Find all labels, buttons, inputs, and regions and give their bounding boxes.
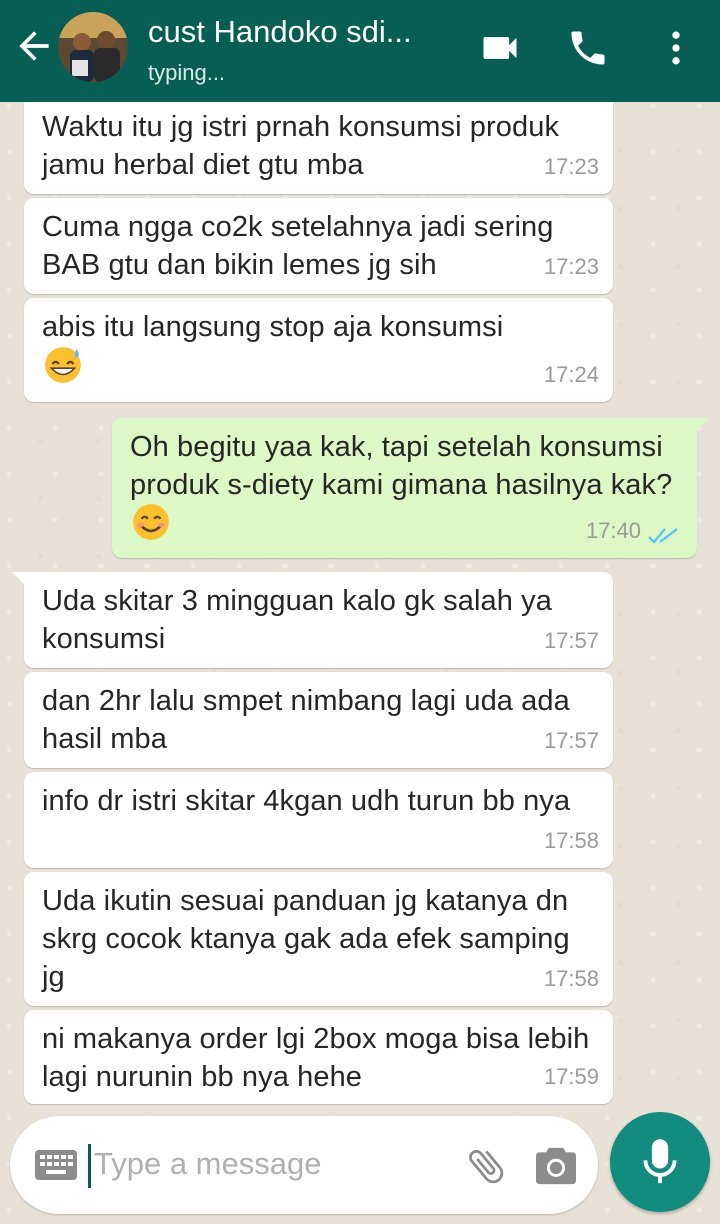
message-time: 17:57 (543, 628, 599, 653)
message-text: Cuma ngga co2k setelahnya jadi sering BA… (42, 211, 554, 281)
voice-message-button[interactable] (610, 1112, 710, 1212)
arrow-left-icon[interactable] (12, 24, 56, 68)
smiling-emoji (133, 504, 169, 541)
message-input[interactable]: Type a message (94, 1146, 321, 1182)
video-call-icon[interactable] (478, 26, 522, 70)
microphone-icon (643, 1139, 677, 1184)
message-text: abis itu langsung stop aja konsumsi (42, 308, 595, 385)
more-vert-icon[interactable] (654, 26, 698, 70)
avatar[interactable] (58, 12, 128, 82)
message-bubble-incoming[interactable]: ni makanya order lgi 2box moga bisa lebi… (24, 1010, 613, 1104)
message-text-content: Oh begitu yaa kak, tapi setelah konsumsi… (130, 431, 673, 501)
message-bubble-incoming[interactable]: Waktu itu jg istri prnah konsumsi produk… (24, 92, 613, 194)
message-time: 17:57 (543, 728, 599, 753)
message-bubble-incoming[interactable]: abis itu langsung stop aja konsumsi 17:2… (24, 298, 613, 402)
double-check-read-icon (648, 528, 678, 544)
message-bubble-incoming[interactable]: info dr istri skitar 4kgan udh turun bb … (24, 772, 613, 868)
message-time: 17:24 (543, 362, 599, 387)
paperclip-icon[interactable] (464, 1144, 508, 1188)
message-text: Uda skitar 3 mingguan kalo gk salah ya k… (42, 585, 552, 655)
message-bubble-outgoing[interactable]: Oh begitu yaa kak, tapi setelah konsumsi… (112, 418, 709, 558)
message-time: 17:59 (543, 1064, 599, 1089)
sweat-smile-emoji (45, 347, 81, 384)
message-text: Waktu itu jg istri prnah konsumsi produk… (42, 111, 560, 181)
phone-icon[interactable] (566, 26, 610, 70)
camera-icon[interactable] (534, 1146, 578, 1186)
message-bubble-incoming[interactable]: Cuma ngga co2k setelahnya jadi sering BA… (24, 198, 613, 294)
bubble-tail (695, 418, 709, 432)
chat-header: cust Handoko sdi... typing... (0, 0, 720, 102)
message-text: dan 2hr lalu smpet nimbang lagi uda ada … (42, 685, 570, 755)
message-text: Uda ikutin sesuai panduan jg katanya dn … (42, 885, 570, 993)
message-text-content: abis itu langsung stop aja konsumsi (42, 311, 504, 343)
bubble-tail (12, 572, 26, 586)
keyboard-icon[interactable] (34, 1149, 78, 1181)
contact-name[interactable]: cust Handoko sdi... (148, 14, 412, 50)
typing-status: typing... (148, 60, 226, 85)
message-time: 17:58 (543, 828, 599, 853)
message-text: info dr istri skitar 4kgan udh turun bb … (42, 785, 571, 817)
message-time: 17:58 (543, 966, 599, 991)
text-caret (88, 1144, 91, 1188)
message-text: ni makanya order lgi 2box moga bisa lebi… (42, 1023, 590, 1093)
message-composer: Type a message (10, 1116, 598, 1214)
message-bubble-incoming[interactable]: Uda skitar 3 mingguan kalo gk salah ya k… (12, 572, 613, 668)
message-bubble-incoming[interactable]: dan 2hr lalu smpet nimbang lagi uda ada … (24, 672, 613, 768)
message-time: 17:23 (543, 154, 599, 179)
message-bubble-incoming[interactable]: Uda ikutin sesuai panduan jg katanya dn … (24, 872, 613, 1006)
message-time: 17:40 (585, 518, 641, 543)
message-time: 17:23 (543, 254, 599, 279)
